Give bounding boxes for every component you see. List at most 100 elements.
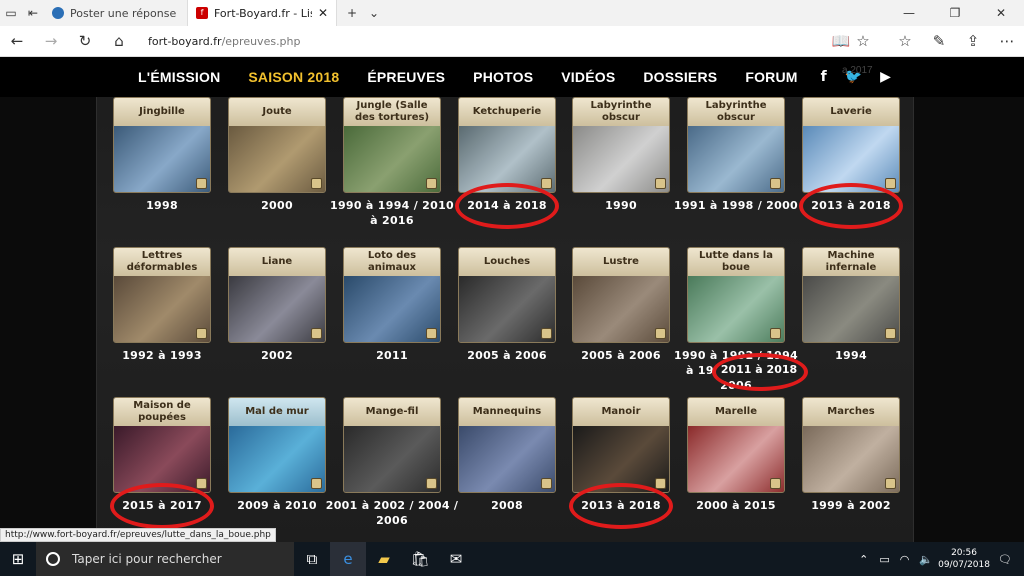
- difficulty-badge-icon: [426, 478, 437, 489]
- epreuve-thumbnail[interactable]: Mange-fil: [343, 397, 441, 493]
- difficulty-badge-icon: [655, 478, 666, 489]
- windows-start-icon[interactable]: ⊞: [0, 542, 36, 576]
- mail-icon[interactable]: ✉: [438, 542, 474, 576]
- epreuve-thumbnail[interactable]: Mal de mur: [228, 397, 326, 493]
- epreuve-thumbnail[interactable]: Laverie: [802, 97, 900, 193]
- difficulty-badge-icon: [655, 328, 666, 339]
- tab-bar: ▭ ⇤ Poster une réponse f Fort-Boyard.fr …: [0, 0, 1024, 26]
- battery-icon[interactable]: ▭: [879, 553, 889, 566]
- epreuve-thumbnail[interactable]: Lustre: [572, 247, 670, 343]
- difficulty-badge-icon: [885, 178, 896, 189]
- epreuve-years: 2011: [376, 349, 408, 362]
- menu-saison-2018[interactable]: SAISON 2018: [248, 69, 339, 85]
- wifi-icon[interactable]: ◠: [900, 553, 910, 566]
- store-icon[interactable]: 🛍: [402, 542, 438, 576]
- epreuve-thumbnail[interactable]: Loto des animaux: [343, 247, 441, 343]
- epreuve-thumbnail[interactable]: Labyrinthe obscur: [572, 97, 670, 193]
- edge-icon[interactable]: e: [330, 542, 366, 576]
- taskbar-search[interactable]: Taper ici pour rechercher: [36, 542, 294, 576]
- epreuve-label: Mal de mur: [229, 398, 325, 426]
- menu-epreuves[interactable]: ÉPREUVES: [367, 69, 445, 85]
- epreuve-thumbnail[interactable]: Marelle: [687, 397, 785, 493]
- menu-videos[interactable]: VIDÉOS: [561, 69, 615, 85]
- epreuve-thumbnail[interactable]: Lettres déformables: [113, 247, 211, 343]
- file-explorer-icon[interactable]: ▰: [366, 542, 402, 576]
- epreuve-thumbnail[interactable]: Marches: [802, 397, 900, 493]
- home-icon[interactable]: ⌂: [102, 26, 136, 56]
- epreuve-thumbnail[interactable]: Jungle (Salle des tortures): [343, 97, 441, 193]
- forward-icon[interactable]: →: [34, 26, 68, 56]
- favorites-hub-icon[interactable]: ☆: [888, 26, 922, 56]
- facebook-icon[interactable]: f: [821, 69, 827, 85]
- minimize-icon[interactable]: —: [886, 0, 932, 26]
- epreuve-years: 2009 à 2010: [237, 499, 317, 512]
- difficulty-badge-icon: [196, 328, 207, 339]
- navigation-bar: ← → ↻ ⌂ fort-boyard.fr/epreuves.php 📖 ☆ …: [0, 26, 1024, 57]
- youtube-icon[interactable]: ▶: [880, 69, 891, 85]
- epreuve-years: 1998: [146, 199, 178, 212]
- epreuve-label: Marches: [803, 398, 899, 426]
- epreuve-label: Mannequins: [459, 398, 555, 426]
- difficulty-badge-icon: [541, 178, 552, 189]
- web-page: L'ÉMISSION SAISON 2018 ÉPREUVES PHOTOS V…: [0, 57, 1024, 542]
- close-tab-icon[interactable]: ✕: [318, 6, 328, 20]
- set-aside-tabs-icon[interactable]: ⇤: [22, 2, 44, 24]
- epreuve-label: Maison de poupées: [114, 398, 210, 426]
- epreuve-label: Joute: [229, 98, 325, 126]
- menu-photos[interactable]: PHOTOS: [473, 69, 533, 85]
- epreuve-years: 1990 à 1994 / 2010 à 2016: [329, 199, 454, 227]
- refresh-icon[interactable]: ↻: [68, 26, 102, 56]
- favorite-star-icon[interactable]: ☆: [846, 26, 880, 56]
- difficulty-badge-icon: [311, 178, 322, 189]
- menu-dossiers[interactable]: DOSSIERS: [643, 69, 717, 85]
- volume-icon[interactable]: 🔈: [919, 553, 933, 566]
- epreuve-thumbnail[interactable]: Lutte dans la boue: [687, 247, 785, 343]
- epreuve-thumbnail[interactable]: Maison de poupées: [113, 397, 211, 493]
- more-icon[interactable]: ⋯: [990, 26, 1024, 56]
- ghost-text: a 2017: [842, 65, 873, 76]
- epreuve-thumbnail[interactable]: Ketchuperie: [458, 97, 556, 193]
- cortana-icon: [46, 552, 60, 566]
- epreuve-thumbnail[interactable]: Machine infernale: [802, 247, 900, 343]
- task-view-icon[interactable]: ⧉: [294, 542, 330, 576]
- share-icon[interactable]: ⇪: [956, 26, 990, 56]
- epreuve-years: 2013 à 2018: [784, 198, 918, 213]
- menu-emission[interactable]: L'ÉMISSION: [138, 69, 220, 85]
- tab-list-chevron-icon[interactable]: ⌄: [363, 2, 385, 24]
- epreuve-thumbnail[interactable]: Liane: [228, 247, 326, 343]
- tab-preview-icon[interactable]: ▭: [0, 2, 22, 24]
- notifications-icon[interactable]: 🗨: [998, 553, 1012, 566]
- forum-favicon-icon: [52, 7, 64, 19]
- clock[interactable]: 20:56 09/07/2018: [938, 547, 990, 571]
- status-bar-url: http://www.fort-boyard.fr/epreuves/lutte…: [0, 528, 276, 542]
- new-tab-icon[interactable]: +: [341, 2, 363, 24]
- web-note-icon[interactable]: ✎: [922, 26, 956, 56]
- menu-forum[interactable]: FORUM: [745, 69, 797, 85]
- tab-title: Poster une réponse: [70, 6, 177, 20]
- epreuve-years: 1994: [835, 349, 867, 362]
- close-window-icon[interactable]: ✕: [978, 0, 1024, 26]
- epreuve-years: 2005 à 2006: [581, 349, 661, 362]
- epreuve-years: 2013 à 2018: [554, 498, 688, 513]
- restore-icon[interactable]: ❐: [932, 0, 978, 26]
- back-icon[interactable]: ←: [0, 26, 34, 56]
- epreuve-label: Jingbille: [114, 98, 210, 126]
- epreuve-label: Lettres déformables: [114, 248, 210, 276]
- epreuve-years: 2002: [261, 349, 293, 362]
- address-bar[interactable]: fort-boyard.fr/epreuves.php: [140, 30, 880, 52]
- tab-fort-boyard[interactable]: f Fort-Boyard.fr - Liste de ✕: [187, 0, 337, 26]
- clock-time: 20:56: [951, 548, 977, 558]
- epreuve-thumbnail[interactable]: Labyrinthe obscur: [687, 97, 785, 193]
- search-placeholder: Taper ici pour rechercher: [72, 552, 222, 566]
- difficulty-badge-icon: [426, 178, 437, 189]
- epreuve-thumbnail[interactable]: Manoir: [572, 397, 670, 493]
- epreuve-thumbnail[interactable]: Louches: [458, 247, 556, 343]
- site-menu: L'ÉMISSION SAISON 2018 ÉPREUVES PHOTOS V…: [0, 57, 1024, 97]
- epreuve-thumbnail[interactable]: Mannequins: [458, 397, 556, 493]
- tray-chevron-icon[interactable]: ⌃: [859, 553, 868, 566]
- epreuve-thumbnail[interactable]: Jingbille: [113, 97, 211, 193]
- epreuve-thumbnail[interactable]: Joute: [228, 97, 326, 193]
- epreuve-label: Marelle: [688, 398, 784, 426]
- tab-poster[interactable]: Poster une réponse: [44, 0, 187, 26]
- clock-date: 09/07/2018: [938, 560, 990, 570]
